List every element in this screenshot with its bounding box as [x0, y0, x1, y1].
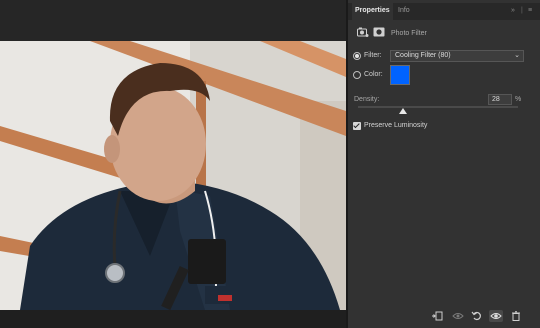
layer-mask-icon[interactable] — [373, 27, 385, 37]
filter-dropdown[interactable]: Cooling Filter (80) ⌄ — [390, 50, 524, 62]
clip-to-layer-icon[interactable] — [430, 310, 444, 322]
tab-divider: | — [521, 7, 523, 14]
preserve-luminosity-checkbox[interactable] — [353, 122, 361, 130]
collapse-panel-icon[interactable]: » — [511, 7, 515, 14]
view-previous-state-icon[interactable] — [451, 310, 465, 322]
filter-radio[interactable] — [353, 52, 361, 60]
document-workspace — [0, 0, 346, 328]
panel-menu-icon[interactable]: ≡ — [528, 7, 532, 14]
document-canvas-photo[interactable] — [0, 41, 346, 310]
photo-image — [0, 41, 346, 310]
properties-panel: Properties Info » | ≡ Photo Filter Filte… — [348, 0, 540, 328]
trash-icon[interactable] — [509, 310, 523, 322]
panel-footer — [348, 302, 540, 328]
density-label: Density: — [354, 96, 380, 103]
chevron-down-icon: ⌄ — [514, 52, 520, 59]
visibility-eye-icon[interactable] — [489, 310, 503, 322]
color-swatch[interactable] — [390, 65, 410, 85]
color-radio[interactable] — [353, 71, 361, 79]
tab-info[interactable]: Info — [398, 7, 410, 14]
filter-dropdown-value: Cooling Filter (80) — [395, 52, 451, 59]
filter-label: Filter: — [364, 52, 382, 59]
panel-tab-bar: Properties Info » | ≡ — [348, 3, 540, 20]
density-unit: % — [515, 96, 522, 103]
document-status-bar — [0, 310, 346, 328]
density-slider-thumb[interactable] — [398, 108, 407, 114]
color-label: Color: — [364, 71, 383, 78]
adjustment-layer-icon[interactable] — [357, 27, 369, 37]
reset-icon[interactable] — [470, 310, 484, 322]
tab-properties[interactable]: Properties — [352, 3, 393, 20]
density-input[interactable]: 28 — [488, 94, 512, 105]
density-slider-track[interactable] — [358, 106, 518, 108]
preserve-luminosity-label: Preserve Luminosity — [364, 122, 428, 129]
adjustment-title: Photo Filter — [391, 30, 427, 37]
